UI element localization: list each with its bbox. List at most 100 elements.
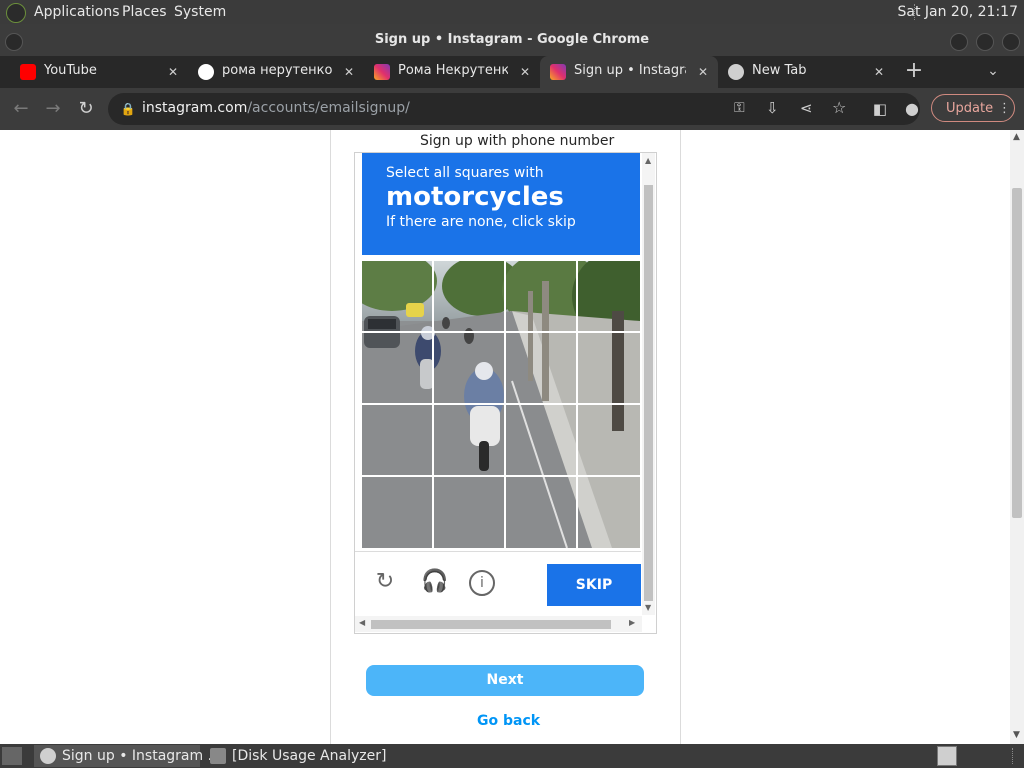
instagram-icon <box>374 64 390 80</box>
window-titlebar[interactable]: Sign up • Instagram - Google Chrome <box>0 24 1024 56</box>
refresh-icon[interactable]: ↻ <box>373 570 397 594</box>
window-title: Sign up • Instagram - Google Chrome <box>374 32 650 47</box>
reload-icon[interactable]: ↻ <box>75 98 97 120</box>
bookmark-star-icon[interactable]: ☆ <box>832 98 846 117</box>
tab-strip: YouTube ✕ рома нерутенко in ✕ Рома Некру… <box>0 56 1024 88</box>
close-window-icon[interactable] <box>1002 33 1020 51</box>
captcha-tile[interactable] <box>578 261 648 331</box>
tab-close-icon[interactable]: ✕ <box>520 64 530 80</box>
instagram-icon <box>550 64 566 80</box>
taskbar-item-label: [Disk Usage Analyzer] <box>232 748 387 764</box>
tab-label: рома нерутенко in <box>222 63 332 78</box>
update-button[interactable]: Update ⋮ <box>931 94 1015 122</box>
captcha-tile[interactable] <box>434 477 504 547</box>
captcha-target: motorcycles <box>386 182 564 212</box>
go-back-link[interactable]: Go back <box>477 713 540 729</box>
scroll-down-icon[interactable]: ▼ <box>1013 730 1020 740</box>
kebab-menu-icon[interactable]: ⋮ <box>998 95 1011 123</box>
url-host: instagram.com <box>142 100 248 116</box>
skip-button[interactable]: SKIP <box>547 564 641 606</box>
tray-chrome-icon[interactable] <box>937 746 957 766</box>
tab-new-tab[interactable]: New Tab ✕ <box>718 56 894 88</box>
captcha-footer: ↻ 🎧 i SKIP <box>355 551 641 616</box>
captcha-hint: If there are none, click skip <box>386 214 576 230</box>
scroll-thumb[interactable] <box>371 620 611 629</box>
distro-logo-icon[interactable] <box>6 3 26 23</box>
install-app-icon[interactable]: ⇩ <box>766 99 779 117</box>
captcha-tile[interactable] <box>362 333 432 403</box>
window-menu-icon[interactable] <box>5 33 23 51</box>
scroll-right-icon[interactable]: ▶ <box>629 618 635 627</box>
headphones-icon[interactable]: 🎧 <box>421 570 448 594</box>
captcha-tile[interactable] <box>506 405 576 475</box>
captcha-vertical-scrollbar[interactable]: ▲ ▼ <box>642 153 655 615</box>
taskbar-item-disk-usage[interactable]: [Disk Usage Analyzer] <box>204 745 404 767</box>
captcha-tile[interactable] <box>506 477 576 547</box>
browser-toolbar: ← → ↻ 🔒 instagram.com/accounts/emailsign… <box>0 88 1024 130</box>
address-bar[interactable]: 🔒 instagram.com/accounts/emailsignup/ ⚿ … <box>108 93 920 125</box>
captcha-tile[interactable] <box>362 261 432 331</box>
tab-close-icon[interactable]: ✕ <box>698 64 708 80</box>
captcha-tile[interactable] <box>362 477 432 547</box>
captcha-instruction: Select all squares with <box>386 165 544 181</box>
update-label: Update <box>946 101 994 116</box>
show-desktop-icon[interactable] <box>2 747 22 765</box>
tab-google-search[interactable]: рома нерутенко in ✕ <box>188 56 364 88</box>
tab-instagram-profile[interactable]: Рома Некрутенко ✕ <box>364 56 540 88</box>
forward-arrow-icon[interactable]: → <box>42 98 64 120</box>
maximize-icon[interactable] <box>976 33 994 51</box>
youtube-icon <box>20 64 36 80</box>
tab-instagram-signup[interactable]: Sign up • Instagram ✕ <box>540 56 718 88</box>
menu-applications[interactable]: Applications <box>34 4 120 20</box>
scroll-thumb[interactable] <box>644 185 653 601</box>
captcha-tile[interactable] <box>434 405 504 475</box>
lock-icon[interactable]: 🔒 <box>120 101 136 117</box>
captcha-tile[interactable] <box>578 405 648 475</box>
taskbar-item-chrome[interactable]: Sign up • Instagram ... <box>34 745 221 767</box>
scroll-left-icon[interactable]: ◀ <box>359 618 365 627</box>
scroll-up-icon[interactable]: ▲ <box>645 156 651 165</box>
google-icon <box>198 64 214 80</box>
captcha-tile[interactable] <box>362 405 432 475</box>
captcha-tile[interactable] <box>434 333 504 403</box>
chrome-icon <box>728 64 744 80</box>
url-path: /accounts/emailsignup/ <box>247 100 410 116</box>
captcha-tile[interactable] <box>578 477 648 547</box>
info-icon[interactable]: i <box>469 570 495 596</box>
tab-close-icon[interactable]: ✕ <box>344 64 354 80</box>
captcha-tile[interactable] <box>506 261 576 331</box>
page-content: Sign up with phone number Select all squ… <box>0 130 1010 744</box>
disk-usage-icon <box>210 748 226 764</box>
tab-label: Рома Некрутенко <box>398 63 508 78</box>
tab-label: New Tab <box>752 63 807 78</box>
tab-youtube[interactable]: YouTube ✕ <box>0 56 188 88</box>
system-panel: Applications Places System Sat Jan 20, 2… <box>0 0 1024 24</box>
tab-label: YouTube <box>44 63 97 78</box>
scroll-up-icon[interactable]: ▲ <box>1013 132 1020 142</box>
scroll-down-icon[interactable]: ▼ <box>645 603 651 612</box>
signup-with-phone-link[interactable]: Sign up with phone number <box>420 133 614 149</box>
minimize-icon[interactable] <box>950 33 968 51</box>
menu-places[interactable]: Places <box>122 4 167 20</box>
tab-close-icon[interactable]: ✕ <box>168 64 178 80</box>
tab-close-icon[interactable]: ✕ <box>874 64 884 80</box>
profile-avatar-icon[interactable]: ● <box>901 98 923 120</box>
captcha-horizontal-scrollbar[interactable]: ◀ ▶ <box>355 616 642 632</box>
scroll-thumb[interactable] <box>1012 188 1022 518</box>
tab-search-chevron-down-icon[interactable]: ⌄ <box>982 60 1004 82</box>
back-arrow-icon[interactable]: ← <box>10 98 32 120</box>
captcha-tile[interactable] <box>506 333 576 403</box>
chrome-icon <box>40 748 56 764</box>
captcha-image-grid <box>362 261 640 548</box>
page-scrollbar[interactable]: ▲ ▼ <box>1010 130 1024 744</box>
share-icon[interactable]: ⋖ <box>800 99 813 117</box>
clock[interactable]: Sat Jan 20, 21:17 <box>898 4 1019 20</box>
new-tab-plus-icon[interactable]: + <box>903 60 925 82</box>
url-text[interactable]: instagram.com/accounts/emailsignup/ <box>142 100 410 116</box>
menu-system[interactable]: System <box>174 4 226 20</box>
next-button[interactable]: Next <box>366 665 644 696</box>
captcha-tile[interactable] <box>578 333 648 403</box>
captcha-tile[interactable] <box>434 261 504 331</box>
side-panel-icon[interactable]: ◧ <box>869 98 891 120</box>
key-icon[interactable]: ⚿ <box>734 100 745 116</box>
